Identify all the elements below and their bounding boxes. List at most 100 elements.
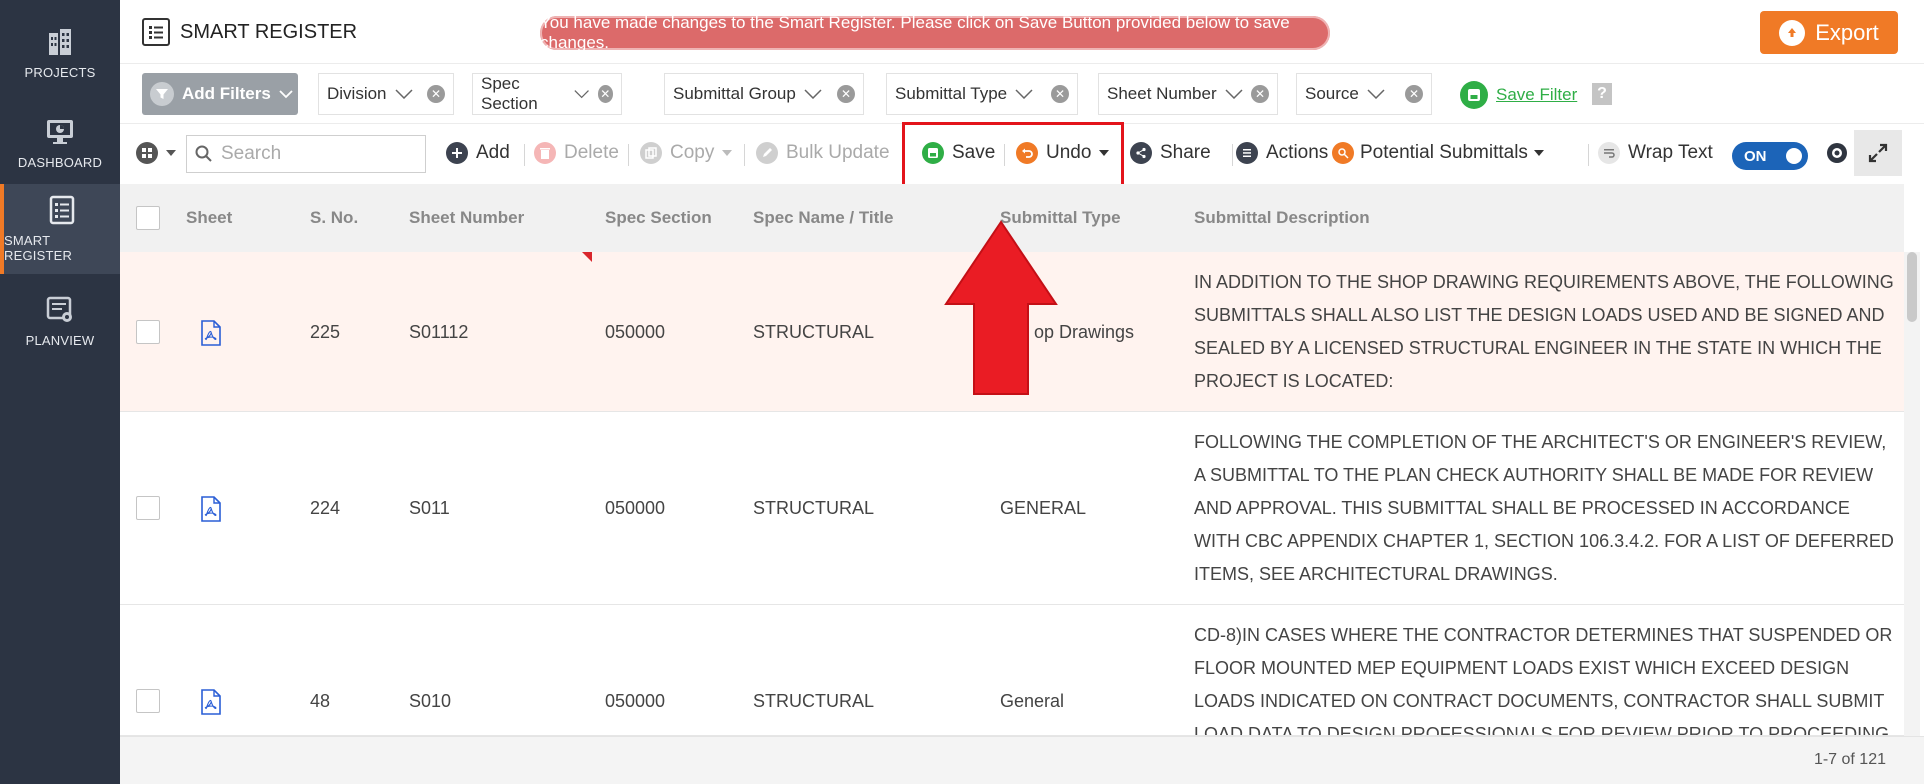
row-spec-name: STRUCTURAL — [753, 322, 875, 342]
add-filters-label: Add Filters — [182, 84, 271, 103]
row-submittal-type: General — [1000, 691, 1065, 711]
pdf-file-icon[interactable] — [200, 496, 222, 522]
column-header-spec-name[interactable]: Spec Name / Title — [753, 208, 893, 228]
row-checkbox[interactable] — [136, 496, 160, 520]
grid-icon — [136, 142, 158, 164]
save-filter-link[interactable]: Save Filter — [1460, 81, 1577, 109]
settings-button[interactable] — [1824, 140, 1850, 166]
pencil-icon — [756, 142, 778, 164]
share-label: Share — [1160, 142, 1211, 163]
potential-submittals-menu[interactable]: Potential Submittals — [1332, 142, 1544, 164]
row-spec-section: 050000 — [605, 691, 666, 711]
clear-filter-icon[interactable]: ✕ — [1405, 85, 1423, 103]
filter-funnel-icon — [150, 82, 174, 106]
clear-filter-icon[interactable]: ✕ — [597, 85, 613, 103]
filter-chip-sheet-number[interactable]: Sheet Number ✕ — [1098, 73, 1278, 115]
bulk-update-label: Bulk Update — [786, 142, 890, 163]
row-sno: 224 — [310, 498, 341, 518]
filter-chip-label: Submittal Type — [895, 84, 1008, 103]
wrap-text-icon — [1598, 142, 1620, 164]
register-list-icon — [49, 195, 75, 225]
copy-button[interactable]: Copy — [640, 142, 733, 164]
filter-chip-division[interactable]: Division ✕ — [318, 73, 454, 115]
filter-chip-spec-section[interactable]: Spec Section ✕ — [472, 73, 622, 115]
row-spec-section: 050000 — [605, 498, 666, 518]
sidebar-item-smart-register[interactable]: SMART REGISTER — [0, 184, 120, 274]
column-header-sno[interactable]: S. No. — [310, 208, 358, 228]
row-spec-name: STRUCTURAL — [753, 498, 875, 518]
red-arrow-annotation — [944, 220, 1058, 395]
sidebar-item-dashboard[interactable]: DASHBOARD — [0, 98, 120, 188]
search-input[interactable] — [221, 143, 401, 165]
filter-chip-submittal-group[interactable]: Submittal Group ✕ — [664, 73, 864, 115]
pagination-info: 1-7 of 121 — [1813, 751, 1886, 768]
table-footer: 1-7 of 121 — [120, 736, 1924, 784]
filter-chip-submittal-type[interactable]: Submittal Type ✕ — [886, 73, 1078, 115]
share-button[interactable]: Share — [1130, 142, 1211, 164]
toggle-state-label: ON — [1744, 147, 1767, 165]
row-checkbox[interactable] — [136, 320, 160, 344]
plan-view-icon — [46, 296, 72, 322]
clear-filter-icon[interactable]: ✕ — [837, 85, 855, 103]
sidebar-item-planview[interactable]: PLANVIEW — [0, 276, 120, 366]
add-filters-button[interactable]: Add Filters — [142, 73, 298, 115]
table-row[interactable]: 48 S010 050000 STRUCTURAL General CD-8)I… — [120, 605, 1904, 736]
filter-chip-source[interactable]: Source ✕ — [1296, 73, 1432, 115]
grid-view-menu[interactable] — [136, 142, 176, 164]
page-title-group: SMART REGISTER — [142, 18, 357, 46]
search-field[interactable] — [186, 135, 426, 173]
delete-label: Delete — [564, 142, 619, 163]
sidebar-item-label: PLANVIEW — [25, 332, 95, 348]
table-scrollbar[interactable] — [1904, 252, 1920, 736]
actions-label: Actions — [1266, 142, 1329, 163]
table-row[interactable]: 224 S011 050000 STRUCTURAL GENERAL FOLLO… — [120, 412, 1904, 605]
column-header-sheet-number[interactable]: Sheet Number — [409, 208, 524, 228]
column-header-spec-section[interactable]: Spec Section — [605, 208, 712, 228]
monitor-chart-icon — [47, 119, 73, 144]
expand-icon — [1868, 143, 1888, 163]
pdf-file-icon[interactable] — [200, 689, 222, 715]
row-spec-section: 050000 — [605, 322, 666, 342]
actions-button[interactable]: Actions — [1236, 142, 1328, 164]
clear-filter-icon[interactable]: ✕ — [1051, 85, 1069, 103]
select-all-checkbox[interactable] — [136, 206, 160, 230]
wrap-text-toggle[interactable]: ON — [1732, 142, 1808, 170]
chevron-down-icon — [1015, 89, 1033, 99]
chevron-down-icon — [1367, 89, 1385, 99]
add-button[interactable]: Add — [446, 142, 510, 164]
row-checkbox[interactable] — [136, 689, 160, 713]
copy-label: Copy — [670, 142, 715, 163]
column-header-submittal-description[interactable]: Submittal Description — [1194, 208, 1370, 228]
expand-button[interactable] — [1854, 130, 1902, 176]
toolbar-divider — [1588, 144, 1589, 166]
sidebar: PROJECTS DASHBOARD SMART REGISTER PLANVI… — [0, 0, 120, 784]
sidebar-item-projects[interactable]: PROJECTS — [0, 8, 120, 98]
bulk-update-button[interactable]: Bulk Update — [756, 142, 890, 164]
toolbar-divider — [628, 144, 629, 166]
clear-filter-icon[interactable]: ✕ — [1251, 85, 1269, 103]
add-label: Add — [476, 142, 510, 163]
pdf-file-icon[interactable] — [200, 320, 222, 346]
export-button[interactable]: Export — [1760, 11, 1898, 54]
row-sheet-number: S01112 — [409, 322, 469, 342]
chevron-down-icon — [1225, 89, 1243, 99]
column-header-sheet[interactable]: Sheet — [186, 208, 232, 228]
caret-down-icon — [722, 150, 733, 156]
row-description: CD-8)IN CASES WHERE THE CONTRACTOR DETER… — [1194, 625, 1893, 736]
delete-button[interactable]: Delete — [534, 142, 619, 164]
top-header: SMART REGISTER You have made changes to … — [120, 0, 1924, 64]
caret-down-icon — [1533, 150, 1544, 156]
help-icon[interactable]: ? — [1592, 83, 1612, 105]
unsaved-changes-alert: You have made changes to the Smart Regis… — [540, 13, 1330, 52]
scrollbar-thumb[interactable] — [1907, 252, 1917, 322]
wrap-text-label: Wrap Text — [1628, 142, 1713, 163]
filter-chip-label: Submittal Group — [673, 84, 796, 103]
row-sheet-number: S011 — [409, 498, 450, 518]
filter-chip-label: Division — [327, 84, 387, 103]
filter-chip-label: Source — [1305, 84, 1359, 103]
sidebar-item-label: DASHBOARD — [17, 154, 103, 170]
clear-filter-icon[interactable]: ✕ — [427, 85, 445, 103]
wrap-text-control: Wrap Text — [1598, 142, 1713, 164]
toggle-knob — [1786, 148, 1802, 164]
sidebar-item-label: PROJECTS — [24, 64, 96, 80]
